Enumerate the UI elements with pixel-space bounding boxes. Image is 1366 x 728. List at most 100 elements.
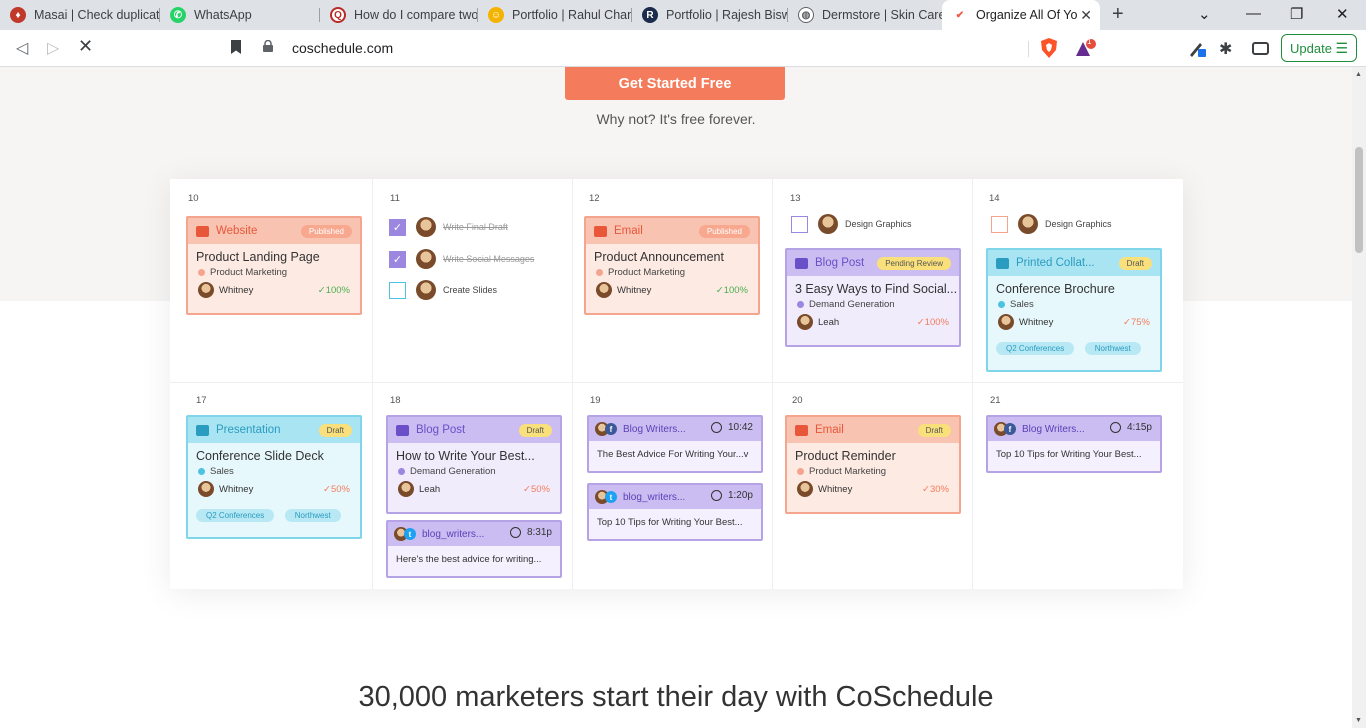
- card-owner: Whitney ✓30%: [787, 477, 959, 497]
- email-card[interactable]: Email Published Product Announcement Pro…: [584, 216, 760, 315]
- social-post-card[interactable]: t blog_writers... 1:20p Top 10 Tips for …: [587, 483, 763, 541]
- website-icon: [196, 225, 209, 237]
- card-owner: Whitney ✓100%: [586, 278, 758, 298]
- task-item[interactable]: Create Slides: [389, 280, 497, 300]
- social-header: f Blog Writers... 4:15p: [988, 417, 1160, 441]
- blog-post-card[interactable]: Blog Post Draft How to Write Your Best..…: [386, 415, 562, 514]
- post-time: 8:31p: [509, 527, 552, 538]
- tab-title: Masai | Check duplicat: [34, 8, 160, 22]
- close-tab-icon[interactable]: ✕: [1080, 7, 1092, 24]
- card-header: Printed Collat... Draft: [988, 250, 1160, 276]
- social-post-card[interactable]: f Blog Writers... 10:42 The Best Advice …: [587, 415, 763, 473]
- avatar: [998, 314, 1014, 330]
- card-pills: Q2 Conferences Northwest: [188, 497, 360, 523]
- progress-percent: ✓100%: [916, 316, 949, 328]
- tab-masai[interactable]: ♦ Masai | Check duplicat: [0, 0, 160, 30]
- portfolio-icon: ☺: [488, 7, 504, 23]
- social-text: Here's the best advice for writing...: [396, 554, 542, 565]
- task-item[interactable]: Design Graphics: [791, 214, 912, 234]
- presentation-card[interactable]: Presentation Draft Conference Slide Deck…: [186, 415, 362, 539]
- minimize-button[interactable]: —: [1246, 5, 1261, 22]
- progress-percent: ✓50%: [323, 483, 350, 495]
- pen-extension-icon[interactable]: [1188, 39, 1206, 57]
- restore-button[interactable]: ❐: [1290, 5, 1303, 23]
- tab-search-icon[interactable]: ⌄: [1198, 5, 1211, 23]
- close-window-button[interactable]: ✕: [1336, 5, 1349, 23]
- update-label: Update: [1290, 40, 1332, 56]
- bookmark-icon[interactable]: [231, 40, 241, 54]
- tab-coschedule[interactable]: ✔ Organize All Of Yo ✕: [942, 0, 1100, 30]
- scrollbar-thumb[interactable]: [1355, 147, 1363, 253]
- address-bar[interactable]: coschedule.com 1: [258, 34, 1100, 63]
- wallet-icon[interactable]: [1252, 42, 1269, 55]
- forward-icon[interactable]: ▷: [47, 38, 59, 58]
- tag-label: Demand Generation: [410, 466, 496, 477]
- clock-icon: [509, 527, 521, 538]
- brave-shield-icon[interactable]: [1040, 38, 1058, 58]
- time-label: 10:42: [727, 422, 753, 433]
- task-item[interactable]: Design Graphics: [991, 214, 1112, 234]
- column-divider: [372, 179, 373, 589]
- tag-label: Demand Generation: [809, 299, 895, 310]
- card-header: Blog Post Pending Review: [787, 250, 959, 276]
- tab-quora[interactable]: Q How do I compare two: [320, 0, 478, 30]
- avatar: [416, 249, 436, 269]
- website-card[interactable]: Website Published Product Landing Page P…: [186, 216, 362, 315]
- card-tag: Sales: [988, 296, 1160, 310]
- tab-portfolio-rajesh[interactable]: R Portfolio | Rajesh Biswa: [632, 0, 788, 30]
- avatar: [818, 214, 838, 234]
- avatar: [416, 280, 436, 300]
- tag-label: Sales: [1010, 299, 1034, 310]
- task-label: Write Final Draft: [443, 222, 508, 232]
- social-text: Top 10 Tips for Writing Your Best...: [996, 449, 1142, 460]
- task-label: Write Social Messages: [443, 254, 535, 264]
- omnibox-divider: [1028, 41, 1029, 57]
- pill-tag: Q2 Conferences: [196, 509, 275, 522]
- post-time: 4:15p: [1109, 422, 1152, 433]
- avatar: [398, 481, 414, 497]
- printed-collateral-card[interactable]: Printed Collat... Draft Conference Broch…: [986, 248, 1162, 372]
- email-card[interactable]: Email Draft Product Reminder Product Mar…: [785, 415, 961, 514]
- task-item[interactable]: ✓ Write Social Messages: [389, 249, 534, 269]
- checkbox-checked-icon[interactable]: ✓: [389, 218, 406, 236]
- blog-post-card[interactable]: Blog Post Pending Review 3 Easy Ways to …: [785, 248, 961, 347]
- tab-portfolio-rahul[interactable]: ☺ Portfolio | Rahul Chanc: [478, 0, 632, 30]
- card-header: Email Published: [586, 218, 758, 244]
- tab-whatsapp[interactable]: ✆ WhatsApp: [160, 0, 320, 30]
- extensions-puzzle-icon[interactable]: ✱: [1219, 39, 1237, 58]
- social-post-card[interactable]: f Blog Writers... 4:15p Top 10 Tips for …: [986, 415, 1162, 473]
- pill-tag: Q2 Conferences: [996, 342, 1075, 355]
- page-content: Get Started Free Why not? It's free fore…: [0, 67, 1352, 728]
- card-type: Blog Post: [416, 424, 466, 436]
- avatar: [198, 282, 214, 298]
- checkbox-icon[interactable]: [791, 215, 808, 233]
- get-started-button[interactable]: Get Started Free: [565, 67, 785, 100]
- tab-dermstore[interactable]: ◍ Dermstore | Skin Care: [788, 0, 942, 30]
- scroll-up-icon[interactable]: ▲: [1355, 71, 1362, 78]
- stop-loading-icon[interactable]: ✕: [78, 36, 93, 57]
- checkbox-icon[interactable]: [991, 215, 1008, 233]
- card-title: Conference Brochure: [996, 282, 1115, 296]
- day-number: 11: [390, 193, 400, 204]
- url-text: coschedule.com: [292, 40, 394, 56]
- browser-toolbar: ◁ ▷ ✕ coschedule.com 1 ✱ Update ☰: [0, 30, 1366, 67]
- card-owner: Whitney ✓50%: [188, 477, 360, 497]
- pill-tag: Northwest: [1084, 342, 1141, 355]
- task-label: Design Graphics: [845, 219, 912, 229]
- brave-rewards-icon[interactable]: [1074, 39, 1096, 59]
- card-tag: Demand Generation: [787, 296, 959, 310]
- task-item[interactable]: ✓ Write Final Draft: [389, 217, 508, 237]
- scroll-down-icon[interactable]: ▼: [1355, 717, 1362, 724]
- status-badge: Published: [300, 225, 352, 238]
- card-title: Product Announcement: [594, 250, 724, 264]
- card-type: Printed Collat...: [1016, 257, 1095, 269]
- new-tab-button[interactable]: +: [1112, 3, 1124, 26]
- tab-strip: ♦ Masai | Check duplicat ✆ WhatsApp Q Ho…: [0, 0, 1366, 30]
- social-post-card[interactable]: t blog_writers... 8:31p Here's the best …: [386, 520, 562, 578]
- page-scrollbar[interactable]: ▲ ▼: [1352, 67, 1366, 728]
- social-header: t blog_writers... 8:31p: [388, 522, 560, 546]
- checkbox-checked-icon[interactable]: ✓: [389, 250, 406, 268]
- update-button[interactable]: Update ☰: [1281, 34, 1357, 62]
- checkbox-icon[interactable]: [389, 281, 406, 299]
- back-icon[interactable]: ◁: [16, 38, 28, 58]
